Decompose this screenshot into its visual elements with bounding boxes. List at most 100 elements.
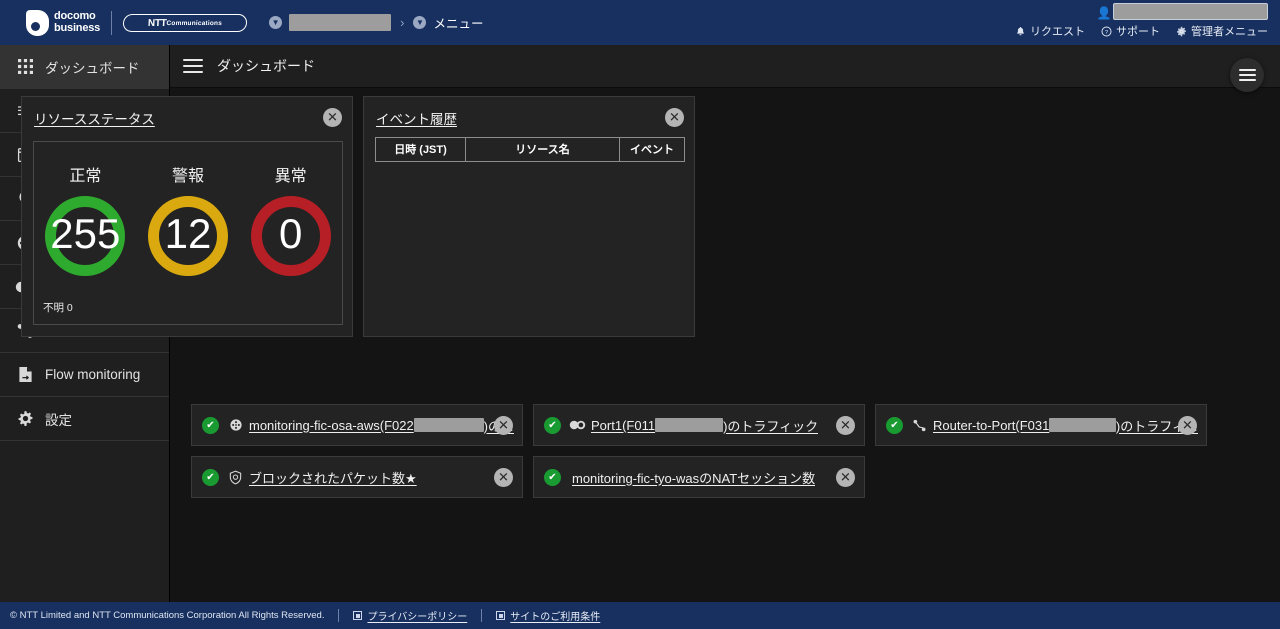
sidebar-item-flow-monitoring[interactable]: Flow monitoring bbox=[0, 353, 169, 396]
widget-card-text-before: monitoring-fic-tyo-wasのNATセッション数 bbox=[572, 470, 816, 486]
top-bar: docomo business NTT Communications ▼ › ▼ … bbox=[0, 0, 1280, 45]
help-circle-icon: ? bbox=[1101, 25, 1112, 37]
sidebar-item-dashboard[interactable]: ダッシュボード bbox=[0, 45, 169, 88]
widget-card-blocked-packets[interactable]: ✔ ブロックされたパケット数★ ✕ bbox=[191, 456, 523, 498]
connections-icon bbox=[910, 418, 929, 433]
close-glyph: ✕ bbox=[498, 417, 509, 433]
widget-menu-fab[interactable] bbox=[1230, 58, 1264, 92]
svg-text:?: ? bbox=[1105, 29, 1109, 35]
menu-label[interactable]: メニュー bbox=[433, 13, 483, 32]
status-ring-warning: 12 bbox=[148, 196, 228, 276]
breadcrumb-arrow-icon: › bbox=[400, 15, 405, 30]
widget-card-link[interactable]: ブロックされたパケット数★ bbox=[249, 468, 417, 487]
user-name-field[interactable]: 👤 bbox=[1096, 3, 1268, 21]
widget-card-link[interactable]: monitoring-fic-osa-aws(F022)の… bbox=[249, 416, 514, 435]
event-history-table: 日時 (JST) リソース名 イベント bbox=[375, 137, 685, 162]
close-icon[interactable]: ✕ bbox=[494, 416, 513, 435]
redacted-text bbox=[655, 418, 724, 432]
widget-card-link[interactable]: Router-to-Port(F031)のトラフィ… bbox=[933, 416, 1198, 435]
status-badge: ✔ bbox=[544, 468, 561, 486]
close-icon[interactable]: ✕ bbox=[323, 108, 342, 127]
close-icon[interactable]: ✕ bbox=[494, 468, 513, 487]
status-ring-normal: 255 bbox=[45, 196, 126, 276]
hamburger-icon bbox=[1238, 69, 1256, 81]
hamburger-icon[interactable] bbox=[183, 59, 203, 73]
close-glyph: ✕ bbox=[840, 417, 851, 433]
status-column-warning: 警報 12 bbox=[137, 142, 240, 324]
check-icon: ✔ bbox=[890, 419, 899, 431]
check-icon: ✔ bbox=[206, 419, 215, 431]
sidebar-item-settings[interactable]: 設定 bbox=[0, 397, 169, 440]
close-icon[interactable]: ✕ bbox=[665, 108, 684, 127]
unknown-count-label: 不明 0 bbox=[43, 302, 73, 314]
widget-grid: リソースステータス ✕ 正常 255 警報 12 異常 0 不明 0 イベント履… bbox=[21, 96, 1057, 337]
top-link-support-label: サポート bbox=[1116, 26, 1160, 38]
widget-card-row: ✔ ブロックされたパケット数★ ✕ ✔ monitoring-fic-tyo-w… bbox=[191, 456, 1207, 498]
widget-card-router-to-port[interactable]: ✔ Router-to-Port(F031)のトラフィ… ✕ bbox=[875, 404, 1207, 446]
top-link-request[interactable]: リクエスト bbox=[1015, 23, 1085, 39]
column-header-resource-name[interactable]: リソース名 bbox=[466, 138, 620, 161]
close-glyph: ✕ bbox=[1182, 417, 1193, 433]
close-glyph: ✕ bbox=[840, 469, 851, 485]
widget-card-link[interactable]: monitoring-fic-tyo-wasのNATセッション数 bbox=[572, 468, 815, 487]
widget-card-text-before: Port1(F011 bbox=[591, 417, 656, 433]
logo-line-2: business bbox=[54, 21, 101, 34]
widget-card-port1[interactable]: ✔ Port1(F011 )のトラフィック ✕ bbox=[533, 404, 865, 446]
widget-card-nat-sessions[interactable]: ✔ monitoring-fic-tyo-wasのNATセッション数 ✕ bbox=[533, 456, 865, 498]
top-bar-right: 👤 リクエスト ? サポート 管理者メニュー bbox=[1012, 0, 1272, 45]
check-icon: ✔ bbox=[548, 419, 557, 431]
redacted-text bbox=[413, 418, 484, 432]
external-link-icon bbox=[496, 611, 506, 620]
tenant-name-redacted[interactable] bbox=[289, 14, 392, 31]
ntt-main-text: NTT bbox=[147, 17, 167, 28]
column-header-datetime[interactable]: 日時 (JST) bbox=[376, 138, 466, 161]
widget-card-text-after: )のトラフィック bbox=[723, 418, 819, 434]
external-link-icon bbox=[353, 611, 363, 620]
resource-status-panel: リソースステータス ✕ 正常 255 警報 12 異常 0 不明 0 bbox=[21, 96, 353, 337]
brand-divider bbox=[111, 10, 113, 35]
status-badge: ✔ bbox=[544, 416, 561, 434]
status-badge: ✔ bbox=[202, 468, 219, 486]
sidebar-item-settings-label: 設定 bbox=[45, 412, 72, 428]
status-label-normal: 正常 bbox=[69, 168, 102, 185]
top-link-support[interactable]: ? サポート bbox=[1101, 23, 1160, 39]
footer-link-terms[interactable]: サイトのご利用条件 bbox=[496, 608, 600, 623]
close-glyph: ✕ bbox=[327, 109, 338, 125]
tenant-breadcrumb: ▼ › ▼ メニュー bbox=[269, 13, 483, 32]
widget-card-row: ✔ monitoring-fic-osa-aws(F022)の… ✕ bbox=[191, 404, 1207, 446]
brand-logo[interactable]: docomo business NTT Communications bbox=[0, 0, 248, 45]
redacted-text bbox=[1049, 418, 1116, 432]
widget-card-monitoring-fic-osa-aws[interactable]: ✔ monitoring-fic-osa-aws(F022)の… ✕ bbox=[191, 404, 523, 446]
shield-icon bbox=[226, 470, 245, 485]
logo-line-1: docomo bbox=[54, 10, 96, 22]
check-icon: ✔ bbox=[206, 471, 215, 483]
resource-status-panel-title[interactable]: リソースステータス bbox=[34, 108, 155, 128]
check-icon: ✔ bbox=[548, 471, 557, 483]
ntt-sub-text: Communications bbox=[166, 19, 223, 26]
ports-icon bbox=[568, 419, 587, 431]
content-header: ダッシュボード bbox=[170, 45, 1280, 88]
close-icon[interactable]: ✕ bbox=[836, 416, 855, 435]
grid-icon bbox=[8, 58, 42, 75]
docomo-business-wordmark: docomo business bbox=[54, 10, 101, 34]
close-icon[interactable]: ✕ bbox=[1178, 416, 1197, 435]
widget-card-link[interactable]: Port1(F011 )のトラフィック bbox=[591, 416, 818, 435]
gear-icon bbox=[8, 410, 42, 427]
event-history-panel: イベント履歴 ✕ 日時 (JST) リソース名 イベント bbox=[363, 96, 695, 337]
close-icon[interactable]: ✕ bbox=[836, 468, 855, 487]
status-columns: 正常 255 警報 12 異常 0 bbox=[34, 142, 342, 324]
sidebar-item-flow-monitoring-label: Flow monitoring bbox=[45, 367, 141, 382]
footer-link-privacy-label: プライバシーポリシー bbox=[367, 612, 468, 623]
footer-link-privacy[interactable]: プライバシーポリシー bbox=[353, 608, 467, 623]
top-link-admin-menu[interactable]: 管理者メニュー bbox=[1176, 23, 1268, 39]
footer-divider bbox=[338, 609, 340, 622]
bell-icon bbox=[1017, 26, 1024, 35]
close-glyph: ✕ bbox=[669, 109, 680, 125]
status-value-warning: 12 bbox=[164, 210, 212, 257]
resource-status-box: 正常 255 警報 12 異常 0 不明 0 bbox=[33, 141, 343, 325]
event-history-panel-title[interactable]: イベント履歴 bbox=[376, 108, 457, 128]
column-header-event[interactable]: イベント bbox=[620, 138, 684, 161]
menu-chevron-down-icon[interactable]: ▼ bbox=[413, 16, 427, 29]
footer-link-terms-label: サイトのご利用条件 bbox=[510, 612, 601, 623]
chevron-down-icon[interactable]: ▼ bbox=[269, 16, 283, 29]
